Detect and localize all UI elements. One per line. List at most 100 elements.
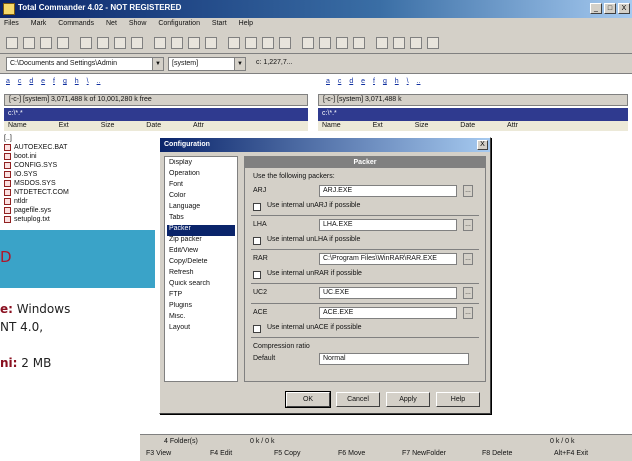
col-date[interactable]: Date bbox=[146, 122, 161, 129]
sort-ext-icon[interactable] bbox=[97, 37, 109, 49]
chevron-down-icon[interactable]: ▼ bbox=[234, 58, 245, 70]
ok-button[interactable]: OK bbox=[285, 391, 331, 408]
menu-net[interactable]: Net bbox=[106, 20, 117, 27]
unsorted-icon[interactable] bbox=[154, 37, 166, 49]
drive-c[interactable]: c bbox=[18, 78, 22, 85]
menu-show[interactable]: Show bbox=[129, 20, 147, 27]
drive-a[interactable]: a bbox=[326, 78, 330, 85]
list-item[interactable]: IO.SYS bbox=[4, 170, 154, 179]
col-size[interactable]: Size bbox=[101, 122, 115, 129]
list-item[interactable]: ntldr bbox=[4, 197, 154, 206]
drive-root[interactable]: \ bbox=[407, 78, 409, 85]
sync-icon[interactable] bbox=[353, 37, 365, 49]
rename-icon[interactable] bbox=[279, 37, 291, 49]
ftp-icon[interactable] bbox=[302, 37, 314, 49]
ace-path-field[interactable]: ACE.EXE bbox=[319, 307, 457, 319]
rar-path-field[interactable]: C:\Program Files\WinRAR\RAR.EXE bbox=[319, 253, 457, 265]
back-icon[interactable] bbox=[188, 37, 200, 49]
unlha-checkbox[interactable] bbox=[253, 237, 261, 245]
drive-e[interactable]: e bbox=[41, 78, 45, 85]
f4-edit-button[interactable]: F4 Edit bbox=[210, 450, 232, 457]
notepad-icon[interactable] bbox=[410, 37, 422, 49]
f6-move-button[interactable]: F6 Move bbox=[338, 450, 365, 457]
uc2-path-field[interactable]: UC.EXE bbox=[319, 287, 457, 299]
category-item[interactable]: Packer bbox=[167, 225, 235, 236]
category-item[interactable]: Copy/Delete bbox=[167, 258, 235, 269]
sort-size-icon[interactable] bbox=[131, 37, 143, 49]
browse-button[interactable]: … bbox=[463, 287, 473, 299]
f3-view-button[interactable]: F3 View bbox=[146, 450, 171, 457]
category-item[interactable]: Tabs bbox=[167, 214, 235, 225]
category-item[interactable]: Language bbox=[167, 203, 235, 214]
browse-button[interactable]: … bbox=[463, 219, 473, 231]
drive-g[interactable]: g bbox=[383, 78, 387, 85]
tree-icon[interactable] bbox=[57, 37, 69, 49]
drive-up[interactable]: .. bbox=[97, 78, 101, 85]
dialog-close-button[interactable]: X bbox=[477, 140, 488, 150]
list-item[interactable]: MSDOS.SYS bbox=[4, 179, 154, 188]
url-icon[interactable] bbox=[336, 37, 348, 49]
ftp-new-icon[interactable] bbox=[319, 37, 331, 49]
sort-time-icon[interactable] bbox=[114, 37, 126, 49]
compare-icon[interactable] bbox=[376, 37, 388, 49]
col-name[interactable]: Name bbox=[322, 122, 341, 129]
search-icon[interactable] bbox=[262, 37, 274, 49]
chevron-down-icon[interactable]: ▼ bbox=[152, 58, 163, 70]
drive-g[interactable]: g bbox=[63, 78, 67, 85]
menu-commands[interactable]: Commands bbox=[58, 20, 94, 27]
category-item[interactable]: Display bbox=[167, 159, 235, 170]
category-item[interactable]: Operation bbox=[167, 170, 235, 181]
maximize-button[interactable]: □ bbox=[604, 3, 616, 14]
drive-d[interactable]: d bbox=[349, 78, 353, 85]
exit-button[interactable]: Alt+F4 Exit bbox=[554, 450, 588, 457]
drive-h[interactable]: h bbox=[75, 78, 79, 85]
category-item[interactable]: Zip packer bbox=[167, 236, 235, 247]
menu-mark[interactable]: Mark bbox=[31, 20, 47, 27]
category-item[interactable]: Edit/View bbox=[167, 247, 235, 258]
category-item[interactable]: Quick search bbox=[167, 280, 235, 291]
apply-button[interactable]: Apply bbox=[386, 392, 430, 407]
col-attr[interactable]: Attr bbox=[507, 122, 518, 129]
f5-copy-button[interactable]: F5 Copy bbox=[274, 450, 300, 457]
drive-a[interactable]: a bbox=[6, 78, 10, 85]
list-item[interactable]: NTDETECT.COM bbox=[4, 188, 154, 197]
help-icon[interactable] bbox=[427, 37, 439, 49]
unace-checkbox[interactable] bbox=[253, 325, 261, 333]
lha-path-field[interactable]: LHA.EXE bbox=[319, 219, 457, 231]
category-item[interactable]: Layout bbox=[167, 324, 235, 335]
arj-path-field[interactable]: ARJ.EXE bbox=[319, 185, 457, 197]
drive-e[interactable]: e bbox=[361, 78, 365, 85]
full-icon[interactable] bbox=[40, 37, 52, 49]
col-ext[interactable]: Ext bbox=[59, 122, 69, 129]
unpack-icon[interactable] bbox=[245, 37, 257, 49]
drive-combo[interactable]: [system] ▼ bbox=[168, 57, 246, 71]
drive-f[interactable]: f bbox=[373, 78, 375, 85]
category-item[interactable]: FTP bbox=[167, 291, 235, 302]
f7-newfolder-button[interactable]: F7 NewFolder bbox=[402, 450, 446, 457]
category-item[interactable]: Misc. bbox=[167, 313, 235, 324]
browse-button[interactable]: … bbox=[463, 185, 473, 197]
menu-help[interactable]: Help bbox=[239, 20, 253, 27]
menu-files[interactable]: Files bbox=[4, 20, 19, 27]
unrar-checkbox[interactable] bbox=[253, 271, 261, 279]
refresh-icon[interactable] bbox=[6, 37, 18, 49]
unarj-checkbox[interactable] bbox=[253, 203, 261, 211]
col-ext[interactable]: Ext bbox=[373, 122, 383, 129]
minimize-button[interactable]: _ bbox=[590, 3, 602, 14]
col-size[interactable]: Size bbox=[415, 122, 429, 129]
list-item[interactable]: [..] bbox=[4, 134, 154, 143]
brief-icon[interactable] bbox=[23, 37, 35, 49]
compression-select[interactable]: Normal bbox=[319, 353, 469, 365]
browse-button[interactable]: … bbox=[463, 253, 473, 265]
category-item[interactable]: Color bbox=[167, 192, 235, 203]
drive-d[interactable]: d bbox=[29, 78, 33, 85]
cancel-button[interactable]: Cancel bbox=[336, 392, 380, 407]
list-item[interactable]: setuplog.txt bbox=[4, 215, 154, 224]
col-name[interactable]: Name bbox=[8, 122, 27, 129]
menu-configuration[interactable]: Configuration bbox=[158, 20, 200, 27]
drive-up[interactable]: .. bbox=[417, 78, 421, 85]
col-date[interactable]: Date bbox=[460, 122, 475, 129]
left-path-combo[interactable]: C:\Documents and Settings\Admin ▼ bbox=[6, 57, 164, 71]
f8-delete-button[interactable]: F8 Delete bbox=[482, 450, 512, 457]
pack-icon[interactable] bbox=[228, 37, 240, 49]
